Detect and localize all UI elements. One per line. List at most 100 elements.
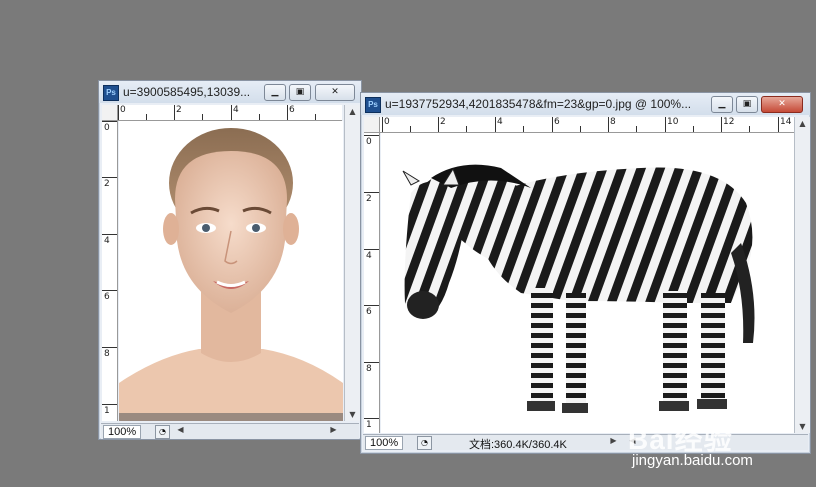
ruler-tick [721, 117, 722, 132]
ruler-label: 6 [366, 307, 372, 317]
ruler-tick [146, 114, 147, 120]
ruler-corner [102, 105, 118, 121]
ruler-tick [364, 135, 379, 136]
baidu-watermark-url: jingyan.baidu.com [632, 452, 753, 469]
ruler-tick [636, 126, 637, 132]
ruler-tick [118, 105, 119, 120]
ruler-label: 1 [104, 406, 110, 416]
document-size-info[interactable]: 文档:360.4K/360.4K [469, 436, 567, 452]
scroll-down-arrow[interactable]: ▼ [345, 410, 360, 419]
document-title: u=3900585495,13039... [123, 85, 251, 99]
ruler-label: 1 [366, 420, 372, 430]
ruler-tick [174, 105, 175, 120]
status-bar: 100% ◔ 文档:360.4K/360.4K ▶ ◀ [363, 434, 808, 452]
ruler-label: 6 [104, 292, 110, 302]
ruler-label: 6 [289, 105, 295, 115]
close-button[interactable]: ✕ [761, 96, 803, 113]
ruler-label: 14 [780, 117, 792, 127]
ruler-tick [287, 105, 288, 120]
ruler-tick [438, 117, 439, 132]
ruler-tick [410, 126, 411, 132]
ruler-tick [364, 362, 379, 363]
minimize-button[interactable]: ▁ [264, 84, 286, 101]
ruler-tick [466, 126, 467, 132]
title-bar[interactable]: Ps u=3900585495,13039... ▁ ▣ ✕ [99, 81, 361, 103]
ruler-tick [778, 117, 779, 132]
ruler-label: 4 [233, 105, 239, 115]
portrait-image [119, 121, 343, 421]
scroll-up-arrow[interactable]: ▲ [795, 119, 810, 128]
ruler-tick [259, 114, 260, 120]
horizontal-ruler[interactable]: 0 2 4 6 [118, 105, 342, 121]
ruler-tick [364, 418, 379, 419]
scroll-down-arrow[interactable]: ▼ [795, 422, 810, 431]
ruler-tick [580, 126, 581, 132]
ruler-tick [552, 117, 553, 132]
status-bar: 100% ◔ ◀ ▶ [101, 423, 359, 439]
ruler-tick [315, 114, 316, 120]
horizontal-ruler[interactable]: 0 2 4 6 8 10 12 14 [380, 117, 794, 133]
restore-button[interactable]: ▣ [289, 84, 311, 101]
ruler-tick [364, 249, 379, 250]
ruler-corner [364, 117, 380, 133]
restore-button[interactable]: ▣ [736, 96, 758, 113]
ruler-tick [693, 126, 694, 132]
close-button[interactable]: ✕ [315, 84, 355, 101]
photoshop-icon: Ps [365, 97, 381, 113]
ruler-tick [749, 126, 750, 132]
ruler-label: 2 [104, 179, 110, 189]
vertical-scrollbar[interactable]: ▲ ▼ [794, 117, 810, 433]
ruler-tick [202, 114, 203, 120]
ruler-tick [495, 117, 496, 132]
image-canvas[interactable] [381, 133, 794, 433]
image-canvas[interactable] [119, 121, 343, 421]
ruler-tick [608, 117, 609, 132]
photoshop-icon: Ps [103, 85, 119, 101]
ruler-label: 4 [366, 251, 372, 261]
ruler-label: 0 [120, 105, 126, 115]
doc-info-icon[interactable]: ◔ [417, 436, 432, 450]
ruler-label: 4 [104, 236, 110, 246]
ruler-tick [102, 347, 117, 348]
ruler-tick [364, 305, 379, 306]
document-window-portrait[interactable]: Ps u=3900585495,13039... ▁ ▣ ✕ 0 2 4 6 0… [98, 80, 362, 440]
doc-info-icon[interactable]: ◔ [155, 425, 170, 439]
ruler-tick [102, 404, 117, 405]
status-menu-arrow[interactable]: ▶ [606, 436, 621, 445]
scroll-left-arrow[interactable]: ◀ [173, 425, 188, 434]
ruler-label: 4 [497, 117, 503, 127]
zoom-field[interactable]: 100% [103, 425, 142, 439]
ruler-label: 2 [366, 194, 372, 204]
ruler-tick [102, 121, 117, 122]
ruler-tick [364, 192, 379, 193]
zoom-field[interactable]: 100% [365, 436, 404, 450]
scroll-up-arrow[interactable]: ▲ [345, 107, 360, 116]
ruler-label: 0 [366, 137, 372, 147]
document-title: u=1937752934,4201835478&fm=23&gp=0.jpg @… [385, 97, 692, 111]
document-window-zebra[interactable]: Ps u=1937752934,4201835478&fm=23&gp=0.jp… [360, 92, 811, 454]
ruler-tick [523, 126, 524, 132]
ruler-tick [382, 117, 383, 132]
ruler-label: 6 [554, 117, 560, 127]
vertical-ruler[interactable]: 0 2 4 6 8 1 [364, 133, 380, 433]
ruler-label: 8 [366, 364, 372, 374]
ruler-label: 12 [723, 117, 735, 127]
ruler-label: 2 [440, 117, 446, 127]
title-bar[interactable]: Ps u=1937752934,4201835478&fm=23&gp=0.jp… [361, 93, 810, 115]
ruler-tick [665, 117, 666, 132]
minimize-button[interactable]: ▁ [711, 96, 733, 113]
ruler-label: 2 [176, 105, 182, 115]
ruler-label: 0 [384, 117, 390, 127]
ruler-label: 0 [104, 123, 110, 133]
vertical-scrollbar[interactable]: ▲ ▼ [344, 105, 360, 421]
vertical-ruler[interactable]: 0 2 4 6 8 1 [102, 121, 118, 421]
zebra-image [381, 133, 794, 433]
scroll-right-arrow[interactable]: ▶ [326, 425, 341, 434]
ruler-label: 10 [667, 117, 679, 127]
ruler-label: 8 [104, 349, 110, 359]
ruler-tick [102, 177, 117, 178]
ruler-tick [102, 290, 117, 291]
ruler-tick [102, 234, 117, 235]
ruler-label: 8 [610, 117, 616, 127]
ruler-tick [231, 105, 232, 120]
